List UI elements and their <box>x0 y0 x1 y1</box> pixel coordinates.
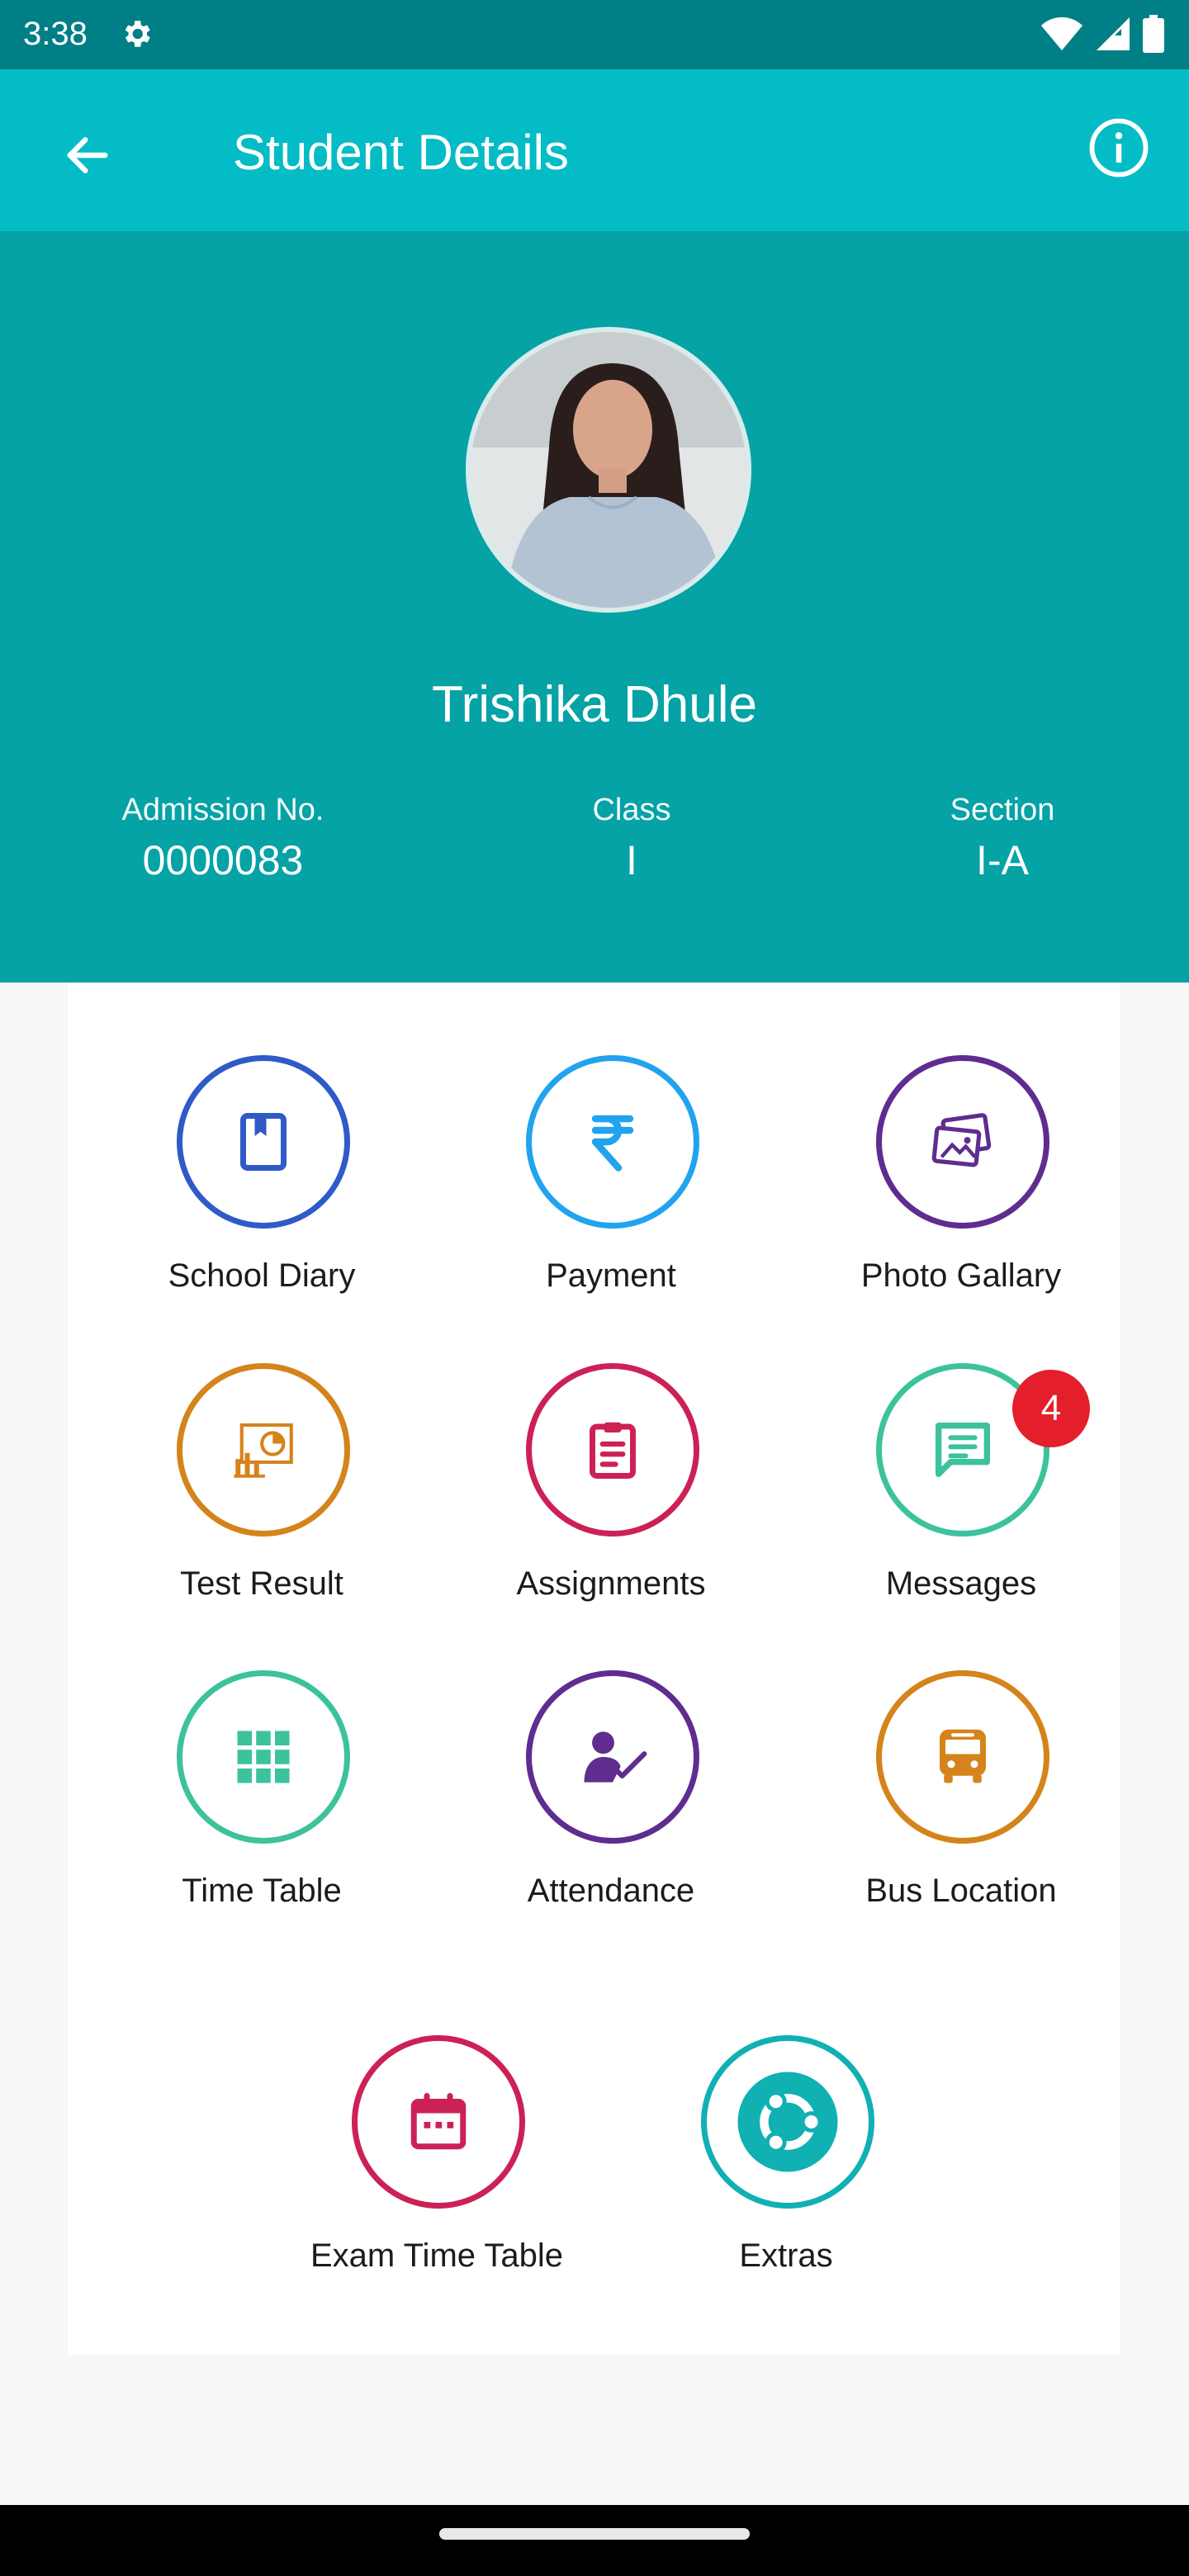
payment-icon-circle <box>526 1055 699 1229</box>
admission-info: Admission No. 0000083 <box>66 791 380 887</box>
settings-gear-icon <box>125 21 150 47</box>
system-nav-bar <box>0 2505 1189 2576</box>
calendar-icon <box>410 2093 467 2150</box>
info-button[interactable] <box>1083 112 1154 183</box>
attendance-icon-circle <box>526 1670 699 1844</box>
images-icon <box>931 1113 992 1167</box>
menu-item-test-result[interactable]: Test Result <box>130 1290 394 1602</box>
status-bar: 3:38 <box>0 0 1189 69</box>
bus-location-icon-circle <box>876 1670 1049 1844</box>
menu-item-photo-gallary[interactable]: Photo Gallary <box>829 983 1093 1294</box>
avatar <box>466 327 751 613</box>
exam-time-table-icon-circle <box>352 2035 525 2209</box>
chat-message-icon <box>936 1423 990 1477</box>
test-result-icon-circle <box>177 1363 350 1537</box>
extras-icon-circle <box>701 2035 874 2209</box>
student-photo <box>471 332 746 608</box>
admission-number: 0000083 <box>142 837 304 883</box>
back-button[interactable] <box>50 117 126 193</box>
menu-item-bus-location[interactable]: Bus Location <box>829 1598 1093 1909</box>
school-diary-icon-circle <box>177 1055 350 1229</box>
section-label: Section <box>950 793 1055 827</box>
section-value: I-A <box>976 837 1029 883</box>
menu-item-label: Exam Time Table <box>310 2237 564 2274</box>
class-label: Class <box>592 793 671 827</box>
unread-messages-badge: 4 <box>1012 1370 1090 1447</box>
photo-gallary-icon-circle <box>876 1055 1049 1229</box>
status-time: 3:38 <box>23 16 88 52</box>
time-table-icon-circle <box>177 1670 350 1844</box>
profile-header: Trishika Dhule Admission No. 0000083 Cla… <box>0 231 1189 983</box>
section-info: Section I-A <box>846 791 1159 887</box>
menu-item-label: Extras <box>739 2237 833 2274</box>
menu-item-label: Attendance <box>527 1873 695 1909</box>
menu-item-attendance[interactable]: Attendance <box>479 1598 743 1909</box>
menu-item-extras[interactable]: Extras <box>654 1963 918 2274</box>
menu-grid: School Diary Payment Photo Gallary Test … <box>68 983 1120 2355</box>
status-icons <box>1040 15 1164 53</box>
home-gesture-handle[interactable] <box>439 2528 750 2540</box>
menu-item-time-table[interactable]: Time Table <box>130 1598 394 1909</box>
grid-table-icon <box>237 1731 290 1783</box>
clipboard-icon <box>590 1422 636 1479</box>
menu-item-label: Time Table <box>182 1873 342 1909</box>
battery-icon <box>1143 15 1164 53</box>
assignments-icon-circle <box>526 1363 699 1537</box>
student-name: Trishika Dhule <box>432 676 757 733</box>
info-circle-icon <box>1089 118 1149 178</box>
chart-presentation-icon <box>234 1423 293 1478</box>
menu-item-exam-time-table[interactable]: Exam Time Table <box>305 1963 569 2274</box>
class-value: I <box>626 837 637 883</box>
wifi-icon <box>1041 17 1082 50</box>
menu-item-payment[interactable]: Payment <box>479 983 743 1294</box>
person-check-icon <box>584 1731 647 1783</box>
book-bookmark-icon <box>240 1113 287 1171</box>
page-title: Student Details <box>233 125 569 180</box>
arrow-left-icon <box>67 137 108 173</box>
app-bar: Student Details <box>0 69 1189 231</box>
admission-label: Admission No. <box>121 793 324 827</box>
class-info: Class I <box>475 791 789 887</box>
cell-signal-icon <box>1097 17 1130 50</box>
ubuntu-circle-icon <box>737 2072 838 2172</box>
menu-item-messages[interactable]: 4 Messages <box>829 1290 1093 1602</box>
bus-icon <box>940 1729 986 1783</box>
menu-item-label: Bus Location <box>865 1873 1057 1909</box>
menu-item-assignments[interactable]: Assignments <box>479 1290 743 1602</box>
menu-item-school-diary[interactable]: School Diary <box>130 983 394 1294</box>
rupee-icon <box>591 1115 634 1172</box>
